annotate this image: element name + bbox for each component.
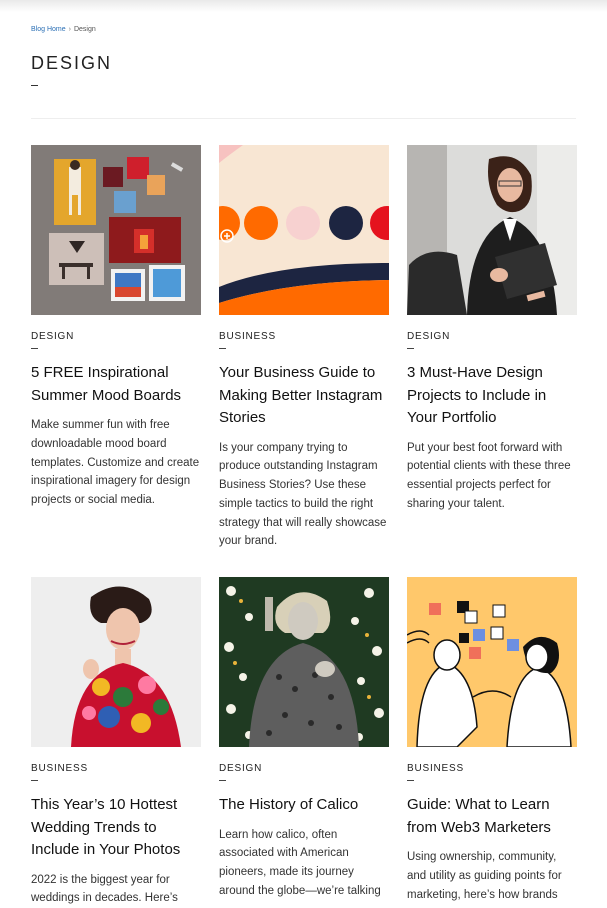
post-card[interactable]: DESIGN 5 FREE Inspirational Summer Mood … [31,145,201,510]
mood-board-collage-image[interactable] [31,145,201,315]
post-card[interactable]: DESIGN The History of Calico Learn how c… [219,577,389,901]
category-underline [407,348,414,349]
breadcrumb-current: Design [74,26,96,33]
post-category[interactable]: DESIGN [407,331,577,342]
post-title[interactable]: Your Business Guide to Making Better Ins… [219,362,389,430]
instagram-dots-graphic-image[interactable] [219,145,389,315]
post-description: Using ownership, community, and utility … [407,848,577,904]
post-description: Make summer fun with free downloadable m… [31,416,201,510]
floral-dress-woman-image[interactable] [31,577,201,747]
post-title[interactable]: The History of Calico [219,794,389,817]
post-card[interactable]: BUSINESS Your Business Guide to Making B… [219,145,389,551]
post-category[interactable]: BUSINESS [31,763,201,774]
web3-illustration-image[interactable] [407,577,577,747]
breadcrumb-home-link[interactable]: Blog Home [31,26,66,33]
post-title[interactable]: 5 FREE Inspirational Summer Mood Boards [31,362,201,407]
title-underline [31,85,38,86]
post-card[interactable]: DESIGN 3 Must-Have Design Projects to In… [407,145,577,514]
post-category[interactable]: DESIGN [219,763,389,774]
category-underline [219,348,226,349]
category-underline [31,780,38,781]
post-category[interactable]: BUSINESS [219,331,389,342]
post-category[interactable]: DESIGN [31,331,201,342]
category-underline [407,780,414,781]
category-underline [31,348,38,349]
post-title[interactable]: 3 Must-Have Design Projects to Include i… [407,362,577,430]
calico-vintage-woman-image[interactable] [219,577,389,747]
woman-with-portfolio-image[interactable] [407,145,577,315]
post-title[interactable]: This Year’s 10 Hottest Wedding Trends to… [31,794,201,862]
post-description: Learn how calico, often associated with … [219,826,389,901]
post-card[interactable]: BUSINESS This Year’s 10 Hottest Wedding … [31,577,201,908]
page-title: DESIGN [31,53,112,74]
post-title[interactable]: Guide: What to Learn from Web3 Marketers [407,794,577,839]
top-nav-shadow [0,0,607,12]
breadcrumb-separator: › [69,26,71,33]
post-description: Put your best foot forward with potentia… [407,439,577,514]
post-card[interactable]: BUSINESS Guide: What to Learn from Web3 … [407,577,577,904]
post-description: Is your company trying to produce outsta… [219,439,389,552]
header-divider [31,118,576,119]
breadcrumb: Blog Home›Design [31,26,96,33]
post-description: 2022 is the biggest year for weddings in… [31,871,201,908]
post-category[interactable]: BUSINESS [407,763,577,774]
category-underline [219,780,226,781]
